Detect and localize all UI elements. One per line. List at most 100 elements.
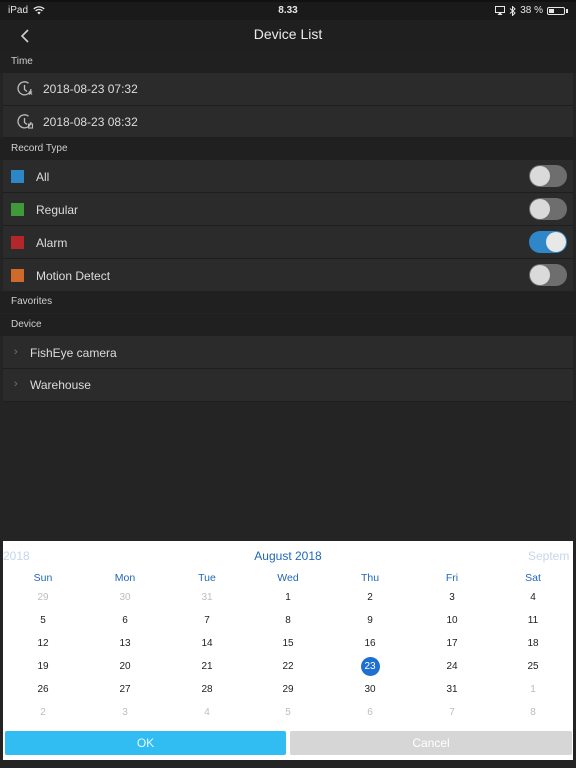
calendar-day[interactable]: 18 <box>520 635 546 653</box>
calendar-day[interactable]: 8 <box>520 704 546 722</box>
calendar-day[interactable]: 2 <box>30 704 56 722</box>
calendar-day[interactable]: 3 <box>112 704 138 722</box>
calendar-day[interactable]: 19 <box>30 658 56 676</box>
record-type-row[interactable]: Alarm <box>3 226 573 259</box>
calendar-day[interactable]: 14 <box>194 635 220 653</box>
record-type-label: Motion Detect <box>36 269 111 283</box>
cancel-button[interactable]: Cancel <box>290 731 572 755</box>
calendar-day[interactable]: 6 <box>357 704 383 722</box>
calendar-day[interactable]: 11 <box>520 612 546 630</box>
calendar-day[interactable]: 8 <box>275 612 301 630</box>
calendar-day[interactable]: 25 <box>520 658 546 676</box>
calendar-day[interactable]: 12 <box>30 635 56 653</box>
device-label: FishEye camera <box>30 346 117 360</box>
calendar-day-number: 21 <box>201 661 213 672</box>
calendar-day-number: 20 <box>119 661 131 672</box>
weekday-label: Thu <box>360 572 380 584</box>
record-type-color-swatch <box>11 269 24 282</box>
calendar-day[interactable]: 6 <box>112 612 138 630</box>
calendar-day[interactable]: 30 <box>357 681 383 699</box>
calendar-day[interactable]: 13 <box>112 635 138 653</box>
record-type-toggle[interactable] <box>529 264 567 286</box>
calendar-day-number: 1 <box>285 592 291 603</box>
record-type-toggle[interactable] <box>529 231 567 253</box>
record-type-toggle[interactable] <box>529 198 567 220</box>
end-time-row[interactable]: 2018-08-23 08:32 <box>3 106 573 138</box>
calendar-day-number: 7 <box>204 615 210 626</box>
calendar-day[interactable]: 22 <box>275 658 301 676</box>
clock-icon <box>17 81 33 96</box>
calendar-day[interactable]: 30 <box>112 589 138 607</box>
toggle-knob <box>530 199 550 219</box>
calendar-day[interactable]: 26 <box>30 681 56 699</box>
toggle-knob <box>530 166 550 186</box>
screen-mirroring-icon <box>495 6 506 15</box>
chevron-right-icon: › <box>14 346 18 358</box>
calendar-day-number: 27 <box>119 684 131 695</box>
calendar-day[interactable]: 5 <box>30 612 56 630</box>
record-type-label: Alarm <box>36 236 68 250</box>
record-type-row[interactable]: Regular <box>3 193 573 226</box>
weekday-label: Fri <box>445 572 459 584</box>
calendar-day[interactable]: 16 <box>357 635 383 653</box>
calendar-day-number: 30 <box>364 684 376 695</box>
calendar-day[interactable]: 28 <box>194 681 220 699</box>
calendar-day[interactable]: 27 <box>112 681 138 699</box>
calendar-day-number: 10 <box>446 615 458 626</box>
calendar-day[interactable]: 31 <box>439 681 465 699</box>
record-type-row[interactable]: All <box>3 160 573 193</box>
calendar-day-selected[interactable]: 23 <box>357 657 383 676</box>
ok-button[interactable]: OK <box>5 731 286 755</box>
calendar-day[interactable]: 2 <box>357 589 383 607</box>
calendar-day-number: 28 <box>201 684 213 695</box>
end-time-value: 2018-08-23 08:32 <box>43 115 138 129</box>
calendar-day[interactable]: 4 <box>520 589 546 607</box>
record-type-toggle[interactable] <box>529 165 567 187</box>
calendar-day[interactable]: 10 <box>439 612 465 630</box>
start-time-row[interactable]: 2018-08-23 07:32 <box>3 73 573 106</box>
calendar-day[interactable]: 5 <box>275 704 301 722</box>
battery-tip <box>566 8 568 13</box>
calendar-day-number: 22 <box>282 661 294 672</box>
battery-percent: 38 % <box>520 5 543 16</box>
nav-bar: Device List <box>0 20 576 51</box>
calendar-day[interactable]: 7 <box>439 704 465 722</box>
section-header-favorites[interactable]: Favorites <box>0 291 576 313</box>
record-type-label: All <box>36 170 50 184</box>
calendar-day[interactable]: 24 <box>439 658 465 676</box>
calendar-day-number: 18 <box>527 638 539 649</box>
next-month-label[interactable]: Septem <box>528 549 573 563</box>
record-type-color-swatch <box>11 236 24 249</box>
calendar-day[interactable]: 9 <box>357 612 383 630</box>
calendar-day[interactable]: 1 <box>520 681 546 699</box>
page-title: Device List <box>253 26 323 42</box>
app-window: iPad 8.33 38 % Device List Time 2018-08-… <box>0 0 576 768</box>
calendar-day[interactable]: 1 <box>275 589 301 607</box>
device-row[interactable]: › FishEye camera <box>3 336 573 369</box>
battery-level <box>549 8 555 13</box>
calendar-day[interactable]: 7 <box>194 612 220 630</box>
calendar-day-number: 6 <box>122 615 128 626</box>
calendar-day[interactable]: 15 <box>275 635 301 653</box>
calendar-day[interactable]: 3 <box>439 589 465 607</box>
calendar-day-number: 3 <box>449 592 455 603</box>
device-row[interactable]: › Warehouse <box>3 369 573 402</box>
calendar-day-number: 29 <box>282 684 294 695</box>
weekday-label: Sat <box>525 572 541 584</box>
calendar-day[interactable]: 17 <box>439 635 465 653</box>
current-month-label: August 2018 <box>254 549 322 563</box>
record-type-row[interactable]: Motion Detect <box>3 259 573 292</box>
calendar-day[interactable]: 4 <box>194 704 220 722</box>
calendar-day[interactable]: 21 <box>194 658 220 676</box>
calendar-day[interactable]: 31 <box>194 589 220 607</box>
record-type-color-swatch <box>11 170 24 183</box>
calendar-day-number: 29 <box>37 592 49 603</box>
calendar-day-number: 2 <box>40 707 46 718</box>
calendar-day-number: 12 <box>37 638 49 649</box>
calendar-day-number: 8 <box>530 707 536 718</box>
calendar-day[interactable]: 20 <box>112 658 138 676</box>
battery-icon <box>547 6 565 15</box>
calendar-day-number: 1 <box>530 684 536 695</box>
calendar-day[interactable]: 29 <box>30 589 56 607</box>
calendar-day[interactable]: 29 <box>275 681 301 699</box>
